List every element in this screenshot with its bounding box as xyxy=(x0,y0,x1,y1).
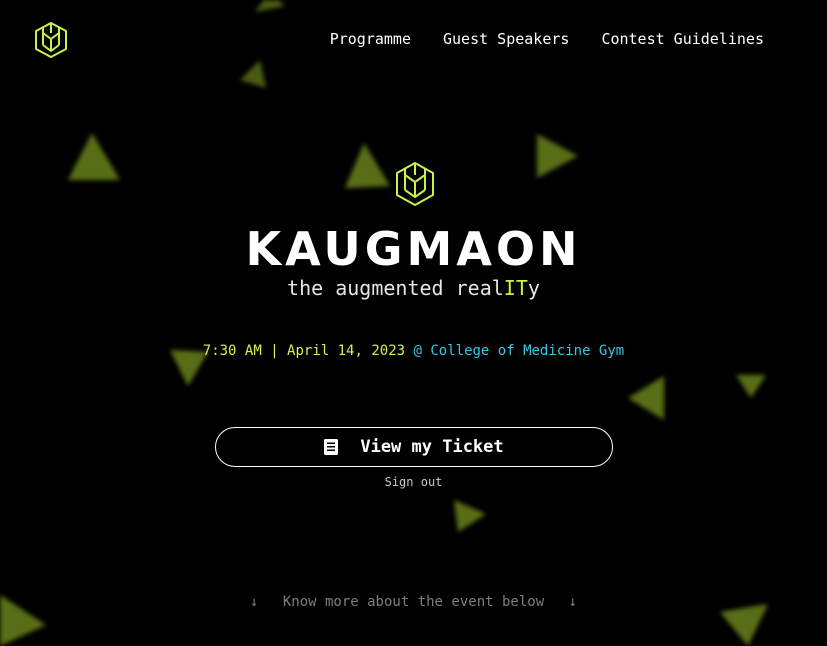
event-tagline: the augmented realITy xyxy=(0,276,827,300)
landing-page: Programme Guest Speakers Contest Guideli… xyxy=(0,0,827,646)
nav-item-contest-guidelines[interactable]: Contest Guidelines xyxy=(601,30,764,48)
ticket-document-icon xyxy=(324,439,339,455)
hexagon-cube-logo-icon[interactable] xyxy=(34,21,68,59)
triangle-decoration xyxy=(720,604,768,646)
tagline-prefix: the augmented real xyxy=(287,276,504,300)
nav-item-programme[interactable]: Programme xyxy=(330,30,411,48)
know-more-prompt[interactable]: ↓ Know more about the event below ↓ xyxy=(0,594,827,610)
triangle-decoration xyxy=(255,0,285,12)
triangle-decoration xyxy=(240,60,266,88)
event-venue: @ College of Medicine Gym xyxy=(413,343,625,359)
tagline-suffix: y xyxy=(527,276,540,300)
signout-container: Sign out xyxy=(0,475,827,489)
arrow-down-icon: ↓ xyxy=(568,594,578,610)
signout-link[interactable]: Sign out xyxy=(385,475,443,489)
tagline-highlight: IT xyxy=(503,276,528,300)
triangle-decoration xyxy=(628,376,664,420)
triangle-decoration-layer xyxy=(0,0,768,646)
triangle-decoration xyxy=(537,134,578,178)
event-details: 7:30 AM | April 14, 2023 @ College of Me… xyxy=(0,343,827,359)
triangle-decoration xyxy=(454,500,486,532)
arrow-down-icon: ↓ xyxy=(249,594,259,610)
triangle-decoration xyxy=(345,143,390,188)
know-more-label: Know more about the event below xyxy=(282,594,545,610)
view-ticket-button[interactable]: View my Ticket xyxy=(215,427,613,467)
event-time-date: 7:30 AM | April 14, 2023 xyxy=(202,343,406,359)
view-ticket-label: View my Ticket xyxy=(360,437,504,457)
event-title: KAUGMAON xyxy=(245,222,582,276)
hexagon-cube-logo-icon xyxy=(396,162,434,206)
top-navigation: Programme Guest Speakers Contest Guideli… xyxy=(330,30,764,48)
nav-item-guest-speakers[interactable]: Guest Speakers xyxy=(443,30,569,48)
triangle-decoration xyxy=(736,375,766,398)
triangle-decoration xyxy=(68,133,120,180)
